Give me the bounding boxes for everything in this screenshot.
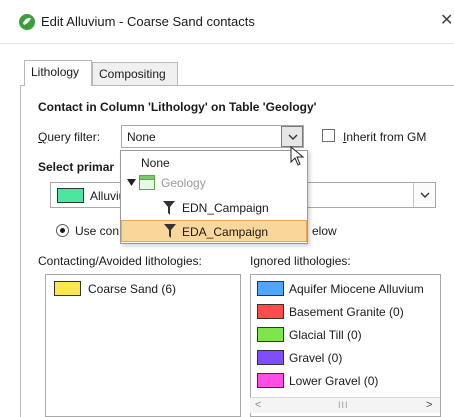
list-item[interactable]: Coarse Sand (6) bbox=[46, 281, 240, 299]
color-swatch bbox=[257, 281, 284, 296]
dropdown-item-edn-campaign[interactable]: EDN_Campaign bbox=[161, 197, 301, 219]
close-button[interactable]: ✕ bbox=[440, 12, 454, 30]
list-item-label: Lower Gravel (0) bbox=[289, 374, 379, 388]
contacting-list[interactable]: Coarse Sand (6) bbox=[45, 274, 241, 417]
primary-dropdown-button[interactable] bbox=[413, 183, 435, 207]
query-filter-dropdown-button[interactable] bbox=[281, 126, 303, 147]
list-item-label: Coarse Sand (6) bbox=[88, 282, 177, 296]
list-item[interactable]: Lower Gravel (0) bbox=[251, 373, 440, 391]
list-item[interactable]: Glacial Till (0) bbox=[251, 327, 440, 345]
tab-lithology[interactable]: Lithology bbox=[24, 60, 92, 86]
contacting-list-label: Contacting/Avoided lithologies: bbox=[38, 254, 202, 268]
inherit-label: Inherit from GM bbox=[343, 130, 427, 144]
select-primary-label: Select primar bbox=[38, 160, 115, 174]
mouse-cursor-icon bbox=[290, 146, 304, 166]
use-contacts-label-tail: elow bbox=[312, 224, 337, 238]
dropdown-item-none[interactable]: None bbox=[141, 152, 291, 174]
list-item[interactable]: Aquifer Miocene Alluvium bbox=[251, 281, 440, 299]
scroll-right-icon[interactable]: > bbox=[426, 399, 432, 411]
tab-compositing[interactable]: Compositing bbox=[92, 62, 178, 86]
color-swatch bbox=[54, 281, 81, 296]
scroll-thumb-grip-icon[interactable]: III bbox=[338, 400, 349, 410]
contact-heading: Contact in Column 'Lithology' on Table '… bbox=[38, 100, 317, 114]
title-bar: Edit Alluvium - Coarse Sand contacts ✕ bbox=[0, 0, 454, 44]
color-swatch bbox=[257, 350, 284, 365]
color-swatch bbox=[257, 304, 284, 319]
color-swatch bbox=[257, 327, 284, 342]
use-contacts-label: Use con bbox=[75, 224, 120, 238]
inherit-checkbox[interactable] bbox=[322, 129, 335, 142]
dropdown-item-eda-campaign[interactable]: EDA_Campaign bbox=[121, 220, 307, 242]
filter-icon bbox=[163, 201, 175, 215]
expand-triangle-icon bbox=[127, 179, 136, 186]
app-logo-icon bbox=[19, 14, 35, 30]
filter-icon bbox=[164, 224, 176, 238]
use-contacts-radio[interactable] bbox=[56, 224, 69, 237]
list-item-label: Basement Granite (0) bbox=[289, 305, 404, 319]
query-filter-select[interactable]: None bbox=[121, 125, 304, 148]
scroll-left-icon[interactable]: < bbox=[255, 399, 261, 411]
chevron-down-icon bbox=[420, 192, 430, 198]
list-item[interactable]: Gravel (0) bbox=[251, 350, 440, 368]
ignored-list[interactable]: Aquifer Miocene Alluvium Basement Granit… bbox=[250, 274, 441, 417]
table-folder-icon bbox=[139, 175, 155, 190]
dropdown-item-geology: Geology bbox=[125, 172, 305, 194]
chevron-down-icon bbox=[288, 134, 298, 140]
primary-color-swatch bbox=[57, 188, 84, 203]
list-item-label: Aquifer Miocene Alluvium bbox=[289, 282, 424, 296]
list-item-label: Glacial Till (0) bbox=[289, 328, 362, 342]
list-item-label: Gravel (0) bbox=[289, 351, 343, 365]
list-item[interactable]: Basement Granite (0) bbox=[251, 304, 440, 322]
horizontal-scrollbar[interactable]: < III > bbox=[250, 397, 440, 413]
ignored-list-label: Ignored lithologies: bbox=[250, 254, 351, 268]
color-swatch bbox=[257, 373, 284, 388]
query-filter-label: Query filter: bbox=[38, 130, 101, 144]
query-filter-dropdown-menu: None Geology EDN_Campaign EDA_Campaign bbox=[120, 150, 308, 244]
query-filter-value: None bbox=[127, 130, 156, 144]
window-title: Edit Alluvium - Coarse Sand contacts bbox=[41, 14, 255, 29]
